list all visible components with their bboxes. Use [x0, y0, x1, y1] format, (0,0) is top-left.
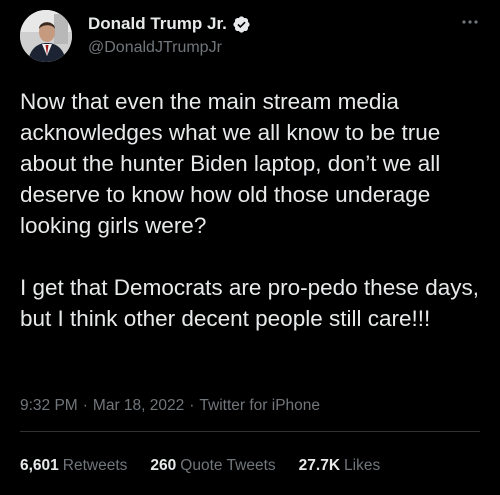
quote-tweets-stat[interactable]: 260 Quote Tweets — [150, 456, 275, 476]
verified-badge-icon — [232, 15, 251, 34]
tweet-paragraph-2: I get that Democrats are pro-pedo these … — [20, 275, 479, 331]
likes-count: 27.7K — [298, 457, 341, 474]
retweets-count: 6,601 — [20, 457, 59, 474]
display-name[interactable]: Donald Trump Jr. — [88, 13, 227, 35]
tweet-stats: 6,601 Retweets 260 Quote Tweets 27.7K Likes — [20, 456, 403, 476]
display-name-row: Donald Trump Jr. — [88, 13, 251, 35]
tweet-date[interactable]: Mar 18, 2022 — [93, 397, 184, 414]
retweets-stat[interactable]: 6,601 Retweets — [20, 456, 127, 476]
quote-tweets-label: Quote Tweets — [180, 457, 276, 474]
author-names: Donald Trump Jr. @DonaldJTrumpJr — [88, 13, 251, 59]
tweet-text: Now that even the main stream media ackn… — [20, 86, 482, 334]
divider — [20, 431, 480, 432]
tweet-source[interactable]: Twitter for iPhone — [199, 397, 320, 414]
profile-photo-icon — [20, 10, 72, 62]
tweet-time[interactable]: 9:32 PM — [20, 397, 78, 414]
tweet-header: Donald Trump Jr. @DonaldJTrumpJr — [20, 10, 480, 64]
likes-stat[interactable]: 27.7K Likes — [299, 456, 381, 476]
retweets-label: Retweets — [62, 457, 128, 474]
meta-separator: · — [189, 397, 195, 414]
tweet-card: Donald Trump Jr. @DonaldJTrumpJr Now tha… — [0, 0, 500, 495]
meta-separator: · — [82, 397, 88, 414]
avatar[interactable] — [20, 10, 72, 62]
tweet-paragraph-1: Now that even the main stream media ackn… — [20, 89, 441, 238]
tweet-meta: 9:32 PM · Mar 18, 2022 · Twitter for iPhone — [20, 396, 320, 416]
more-options-icon[interactable] — [460, 16, 480, 28]
author-handle[interactable]: @DonaldJTrumpJr — [88, 37, 251, 59]
quote-tweets-count: 260 — [150, 457, 177, 474]
likes-label: Likes — [344, 457, 381, 474]
